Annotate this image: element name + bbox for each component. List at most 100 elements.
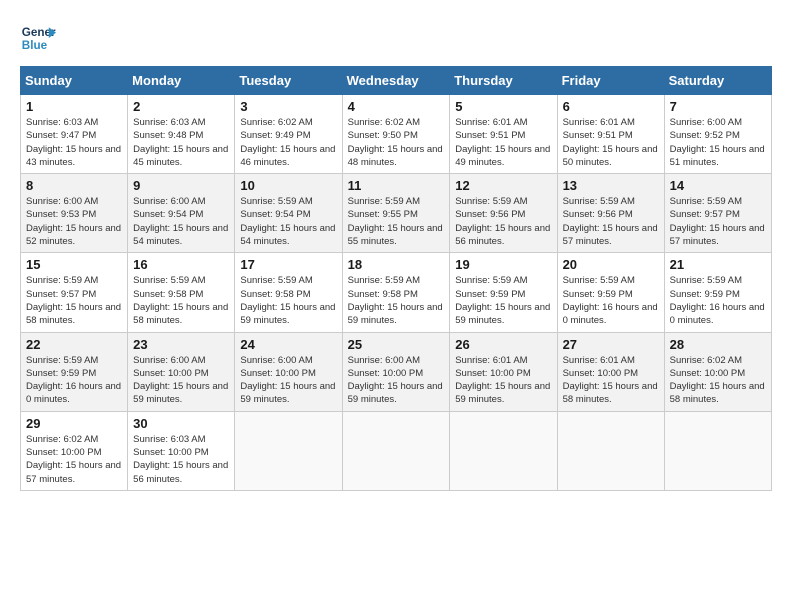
day-number: 29	[26, 416, 122, 431]
day-info: Sunrise: 6:00 AM Sunset: 10:00 PM Daylig…	[240, 354, 336, 407]
calendar-cell: 15 Sunrise: 5:59 AM Sunset: 9:57 PM Dayl…	[21, 253, 128, 332]
calendar-cell: 18 Sunrise: 5:59 AM Sunset: 9:58 PM Dayl…	[342, 253, 450, 332]
day-info: Sunrise: 5:59 AM Sunset: 9:59 PM Dayligh…	[26, 354, 122, 407]
calendar-cell: 28 Sunrise: 6:02 AM Sunset: 10:00 PM Day…	[664, 332, 771, 411]
day-info: Sunrise: 6:01 AM Sunset: 9:51 PM Dayligh…	[455, 116, 551, 169]
day-info: Sunrise: 6:02 AM Sunset: 9:49 PM Dayligh…	[240, 116, 336, 169]
day-number: 2	[133, 99, 229, 114]
day-info: Sunrise: 6:01 AM Sunset: 9:51 PM Dayligh…	[563, 116, 659, 169]
calendar-cell	[450, 411, 557, 490]
day-number: 25	[348, 337, 445, 352]
calendar-cell: 11 Sunrise: 5:59 AM Sunset: 9:55 PM Dayl…	[342, 174, 450, 253]
day-info: Sunrise: 6:00 AM Sunset: 9:54 PM Dayligh…	[133, 195, 229, 248]
calendar-cell: 25 Sunrise: 6:00 AM Sunset: 10:00 PM Day…	[342, 332, 450, 411]
calendar-cell: 6 Sunrise: 6:01 AM Sunset: 9:51 PM Dayli…	[557, 95, 664, 174]
svg-text:Blue: Blue	[22, 39, 48, 52]
day-info: Sunrise: 6:01 AM Sunset: 10:00 PM Daylig…	[563, 354, 659, 407]
day-number: 26	[455, 337, 551, 352]
calendar-cell: 3 Sunrise: 6:02 AM Sunset: 9:49 PM Dayli…	[235, 95, 342, 174]
calendar-header-friday: Friday	[557, 67, 664, 95]
day-number: 14	[670, 178, 766, 193]
day-info: Sunrise: 5:59 AM Sunset: 9:59 PM Dayligh…	[670, 274, 766, 327]
calendar-cell: 7 Sunrise: 6:00 AM Sunset: 9:52 PM Dayli…	[664, 95, 771, 174]
calendar-cell: 16 Sunrise: 5:59 AM Sunset: 9:58 PM Dayl…	[128, 253, 235, 332]
logo-icon: General Blue	[20, 20, 56, 56]
calendar-week-row: 29 Sunrise: 6:02 AM Sunset: 10:00 PM Day…	[21, 411, 772, 490]
calendar-cell	[557, 411, 664, 490]
day-info: Sunrise: 6:00 AM Sunset: 10:00 PM Daylig…	[348, 354, 445, 407]
calendar-cell: 29 Sunrise: 6:02 AM Sunset: 10:00 PM Day…	[21, 411, 128, 490]
day-info: Sunrise: 6:00 AM Sunset: 9:53 PM Dayligh…	[26, 195, 122, 248]
day-info: Sunrise: 6:03 AM Sunset: 10:00 PM Daylig…	[133, 433, 229, 486]
day-number: 22	[26, 337, 122, 352]
day-info: Sunrise: 5:59 AM Sunset: 9:58 PM Dayligh…	[240, 274, 336, 327]
calendar-table: SundayMondayTuesdayWednesdayThursdayFrid…	[20, 66, 772, 491]
calendar-cell: 21 Sunrise: 5:59 AM Sunset: 9:59 PM Dayl…	[664, 253, 771, 332]
day-info: Sunrise: 6:03 AM Sunset: 9:48 PM Dayligh…	[133, 116, 229, 169]
calendar-header-wednesday: Wednesday	[342, 67, 450, 95]
calendar-cell: 30 Sunrise: 6:03 AM Sunset: 10:00 PM Day…	[128, 411, 235, 490]
day-number: 9	[133, 178, 229, 193]
calendar-cell	[235, 411, 342, 490]
day-number: 18	[348, 257, 445, 272]
calendar-cell: 19 Sunrise: 5:59 AM Sunset: 9:59 PM Dayl…	[450, 253, 557, 332]
day-number: 7	[670, 99, 766, 114]
day-number: 6	[563, 99, 659, 114]
calendar-cell: 4 Sunrise: 6:02 AM Sunset: 9:50 PM Dayli…	[342, 95, 450, 174]
calendar-cell: 20 Sunrise: 5:59 AM Sunset: 9:59 PM Dayl…	[557, 253, 664, 332]
day-info: Sunrise: 5:59 AM Sunset: 9:55 PM Dayligh…	[348, 195, 445, 248]
day-number: 20	[563, 257, 659, 272]
day-number: 10	[240, 178, 336, 193]
calendar-cell: 12 Sunrise: 5:59 AM Sunset: 9:56 PM Dayl…	[450, 174, 557, 253]
calendar-header-saturday: Saturday	[664, 67, 771, 95]
day-info: Sunrise: 6:00 AM Sunset: 10:00 PM Daylig…	[133, 354, 229, 407]
day-info: Sunrise: 6:02 AM Sunset: 10:00 PM Daylig…	[26, 433, 122, 486]
day-info: Sunrise: 5:59 AM Sunset: 9:56 PM Dayligh…	[563, 195, 659, 248]
day-number: 28	[670, 337, 766, 352]
calendar-cell: 26 Sunrise: 6:01 AM Sunset: 10:00 PM Day…	[450, 332, 557, 411]
day-number: 21	[670, 257, 766, 272]
day-number: 5	[455, 99, 551, 114]
day-info: Sunrise: 5:59 AM Sunset: 9:59 PM Dayligh…	[563, 274, 659, 327]
day-info: Sunrise: 5:59 AM Sunset: 9:57 PM Dayligh…	[26, 274, 122, 327]
calendar-cell: 22 Sunrise: 5:59 AM Sunset: 9:59 PM Dayl…	[21, 332, 128, 411]
calendar-header-monday: Monday	[128, 67, 235, 95]
calendar-week-row: 8 Sunrise: 6:00 AM Sunset: 9:53 PM Dayli…	[21, 174, 772, 253]
day-info: Sunrise: 5:59 AM Sunset: 9:57 PM Dayligh…	[670, 195, 766, 248]
calendar-cell: 13 Sunrise: 5:59 AM Sunset: 9:56 PM Dayl…	[557, 174, 664, 253]
calendar-cell: 5 Sunrise: 6:01 AM Sunset: 9:51 PM Dayli…	[450, 95, 557, 174]
day-info: Sunrise: 6:01 AM Sunset: 10:00 PM Daylig…	[455, 354, 551, 407]
day-number: 12	[455, 178, 551, 193]
day-number: 15	[26, 257, 122, 272]
calendar-header-thursday: Thursday	[450, 67, 557, 95]
day-number: 17	[240, 257, 336, 272]
day-number: 4	[348, 99, 445, 114]
calendar-cell: 23 Sunrise: 6:00 AM Sunset: 10:00 PM Day…	[128, 332, 235, 411]
day-number: 11	[348, 178, 445, 193]
day-info: Sunrise: 6:03 AM Sunset: 9:47 PM Dayligh…	[26, 116, 122, 169]
day-number: 19	[455, 257, 551, 272]
calendar-header-sunday: Sunday	[21, 67, 128, 95]
day-info: Sunrise: 5:59 AM Sunset: 9:58 PM Dayligh…	[348, 274, 445, 327]
day-number: 23	[133, 337, 229, 352]
calendar-cell: 17 Sunrise: 5:59 AM Sunset: 9:58 PM Dayl…	[235, 253, 342, 332]
calendar-cell: 24 Sunrise: 6:00 AM Sunset: 10:00 PM Day…	[235, 332, 342, 411]
day-info: Sunrise: 5:59 AM Sunset: 9:56 PM Dayligh…	[455, 195, 551, 248]
calendar-cell	[664, 411, 771, 490]
day-info: Sunrise: 5:59 AM Sunset: 9:59 PM Dayligh…	[455, 274, 551, 327]
day-info: Sunrise: 6:02 AM Sunset: 9:50 PM Dayligh…	[348, 116, 445, 169]
calendar-cell: 8 Sunrise: 6:00 AM Sunset: 9:53 PM Dayli…	[21, 174, 128, 253]
day-number: 27	[563, 337, 659, 352]
logo: General Blue	[20, 20, 60, 56]
calendar-cell: 1 Sunrise: 6:03 AM Sunset: 9:47 PM Dayli…	[21, 95, 128, 174]
calendar-week-row: 15 Sunrise: 5:59 AM Sunset: 9:57 PM Dayl…	[21, 253, 772, 332]
day-number: 30	[133, 416, 229, 431]
calendar-cell: 9 Sunrise: 6:00 AM Sunset: 9:54 PM Dayli…	[128, 174, 235, 253]
calendar-cell: 2 Sunrise: 6:03 AM Sunset: 9:48 PM Dayli…	[128, 95, 235, 174]
calendar-cell: 14 Sunrise: 5:59 AM Sunset: 9:57 PM Dayl…	[664, 174, 771, 253]
day-info: Sunrise: 6:02 AM Sunset: 10:00 PM Daylig…	[670, 354, 766, 407]
day-number: 8	[26, 178, 122, 193]
day-info: Sunrise: 6:00 AM Sunset: 9:52 PM Dayligh…	[670, 116, 766, 169]
calendar-week-row: 1 Sunrise: 6:03 AM Sunset: 9:47 PM Dayli…	[21, 95, 772, 174]
calendar-week-row: 22 Sunrise: 5:59 AM Sunset: 9:59 PM Dayl…	[21, 332, 772, 411]
